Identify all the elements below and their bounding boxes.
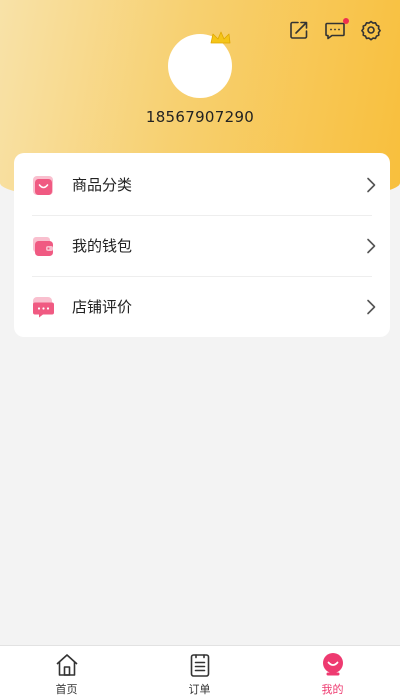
tab-orders[interactable]: 订单 — [133, 646, 266, 700]
notification-dot — [343, 18, 349, 24]
tab-label: 首页 — [55, 683, 78, 696]
menu-item-category[interactable]: 商品分类 — [14, 154, 390, 215]
tab-label: 我的 — [321, 683, 344, 696]
profile-face-icon — [320, 652, 346, 678]
order-list-icon — [187, 652, 213, 678]
chevron-right-icon — [366, 238, 376, 254]
tab-home[interactable]: 首页 — [0, 646, 133, 700]
tab-profile[interactable]: 我的 — [266, 646, 399, 700]
category-bag-icon — [31, 173, 55, 197]
menu-card: 商品分类 我的钱包 店铺评价 — [14, 153, 390, 337]
settings-icon[interactable] — [360, 19, 382, 41]
menu-item-label: 商品分类 — [72, 176, 133, 194]
crown-icon — [210, 31, 231, 44]
chevron-right-icon — [366, 299, 376, 315]
menu-item-label: 我的钱包 — [72, 237, 133, 255]
chevron-right-icon — [366, 177, 376, 193]
user-phone: 18567907290 — [145, 108, 255, 126]
home-icon — [54, 652, 80, 678]
tab-label: 订单 — [188, 683, 211, 696]
menu-item-label: 店铺评价 — [72, 298, 133, 316]
wallet-icon — [31, 234, 55, 258]
bottom-tab-bar: 首页 订单 我的 — [0, 645, 400, 700]
menu-item-reviews[interactable]: 店铺评价 — [14, 276, 390, 337]
share-icon[interactable] — [288, 19, 310, 41]
header-actions — [288, 18, 382, 41]
message-icon[interactable] — [324, 18, 349, 41]
menu-item-wallet[interactable]: 我的钱包 — [14, 215, 390, 276]
review-chat-icon — [31, 295, 55, 319]
